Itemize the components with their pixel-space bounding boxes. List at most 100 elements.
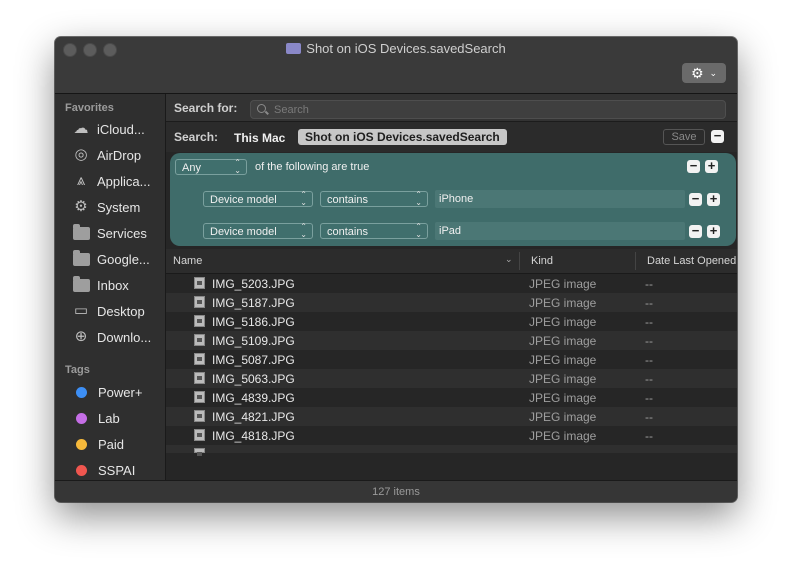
sidebar-item-downloads[interactable]: ⊕ Downlo... <box>72 326 162 348</box>
match-any-select[interactable]: Any ⌃ ⌄ <box>175 159 247 175</box>
file-kind: JPEG image <box>529 391 597 405</box>
file-kind: JPEG image <box>529 315 597 329</box>
sidebar-item-label: Power+ <box>98 384 143 400</box>
rule-operator-select[interactable]: contains ⌃ ⌄ <box>320 223 428 239</box>
image-file-icon <box>194 372 205 384</box>
column-divider[interactable] <box>635 252 636 270</box>
search-for-label: Search for: <box>174 101 238 115</box>
cloud-icon: ☁ <box>73 120 89 137</box>
file-kind: JPEG image <box>529 334 597 348</box>
sidebar-tag-paid[interactable]: Paid <box>72 433 162 455</box>
image-file-icon <box>194 353 205 365</box>
file-name: IMG_5187.JPG <box>212 296 295 310</box>
sidebar-item-label: Applica... <box>97 173 151 189</box>
rule-attribute-select[interactable]: Device model ⌃ ⌄ <box>203 223 313 239</box>
image-file-icon <box>194 315 205 327</box>
applications-icon: ⩓ <box>76 172 86 189</box>
file-kind: JPEG image <box>529 372 597 386</box>
chevron-down-icon: ⌄ <box>709 67 718 78</box>
column-divider[interactable] <box>519 252 520 270</box>
sidebar-item-label: Services <box>97 225 147 241</box>
updown-chevron-icon: ⌃ ⌄ <box>234 158 241 175</box>
search-icon <box>257 104 268 115</box>
sort-chevron-icon: ⌄ <box>505 254 513 264</box>
titlebar: Shot on iOS Devices.savedSearch ⚙ ⌄ <box>55 37 737 94</box>
folder-icon <box>72 276 90 294</box>
sidebar-item-label: Google... <box>97 251 150 267</box>
sidebar-item-label: Inbox <box>97 277 129 293</box>
remove-criteria-button[interactable]: − <box>711 129 724 143</box>
sidebar-item-services[interactable]: Services <box>72 222 162 244</box>
sidebar-tag-lab[interactable]: Lab <box>72 407 162 429</box>
column-header-kind[interactable]: Kind <box>531 255 553 267</box>
search-scope-bar: Search: This Mac Shot on iOS Devices.sav… <box>166 122 737 152</box>
rule-value-input[interactable]: iPhone <box>435 190 685 208</box>
sidebar-item-system[interactable]: ⚙ System <box>72 196 162 218</box>
item-count: 127 items <box>372 486 420 498</box>
table-row[interactable]: IMG_4821.JPG JPEG image -- <box>166 407 737 426</box>
file-date: -- <box>645 429 653 443</box>
window-title: Shot on iOS Devices.savedSearch <box>306 41 506 56</box>
table-row-partial <box>166 445 737 456</box>
tag-color-dot <box>76 386 87 398</box>
match-suffix-text: of the following are true <box>255 161 370 173</box>
rule-operator-select[interactable]: contains ⌃ ⌄ <box>320 191 428 207</box>
main-pane: Search for: Search Search: This Mac Shot… <box>166 94 737 480</box>
table-row[interactable]: IMG_4818.JPG JPEG image -- <box>166 426 737 445</box>
add-rule-button[interactable]: + <box>707 224 720 238</box>
action-menu-button[interactable]: ⚙ ⌄ <box>682 63 726 83</box>
file-name: IMG_4818.JPG <box>212 429 295 443</box>
gear-icon: ⚙ <box>690 64 704 81</box>
add-rule-button[interactable]: + <box>707 192 720 206</box>
image-file-icon <box>194 296 205 308</box>
column-header-name[interactable]: Name <box>173 255 202 267</box>
folder-icon <box>72 224 90 242</box>
folder-icon <box>72 250 90 268</box>
sidebar-item-google[interactable]: Google... <box>72 248 162 270</box>
file-list: IMG_5203.JPG JPEG image -- IMG_5187.JPG … <box>166 274 737 483</box>
table-row[interactable]: IMG_5087.JPG JPEG image -- <box>166 350 737 369</box>
updown-chevron-icon: ⌃ ⌄ <box>415 222 422 239</box>
tag-color-dot <box>76 412 87 424</box>
add-rule-button[interactable]: + <box>705 159 718 173</box>
table-row[interactable]: IMG_5203.JPG JPEG image -- <box>166 274 737 293</box>
sidebar-item-airdrop[interactable]: ◎ AirDrop <box>72 144 162 166</box>
sidebar-tag-power[interactable]: Power+ <box>72 381 162 403</box>
search-input[interactable]: Search <box>250 100 726 119</box>
scope-saved-search[interactable]: Shot on iOS Devices.savedSearch <box>298 129 507 145</box>
file-kind: JPEG image <box>529 429 597 443</box>
finder-window: Shot on iOS Devices.savedSearch ⚙ ⌄ Favor… <box>55 37 737 502</box>
tag-color-dot <box>76 464 87 476</box>
remove-rule-button[interactable]: − <box>689 192 702 206</box>
gear-icon: ⚙ <box>74 198 88 215</box>
sidebar-item-label: Desktop <box>97 303 145 319</box>
table-row[interactable]: IMG_5063.JPG JPEG image -- <box>166 369 737 388</box>
rule-attribute-value: Device model <box>210 226 277 238</box>
file-date: -- <box>645 277 653 291</box>
table-row[interactable]: IMG_5109.JPG JPEG image -- <box>166 331 737 350</box>
tag-color-dot <box>76 438 87 450</box>
rule-value-input[interactable]: iPad <box>435 222 685 240</box>
rule-attribute-value: Device model <box>210 194 277 206</box>
file-name: IMG_5186.JPG <box>212 315 295 329</box>
sidebar-tags-header: Tags <box>65 364 90 376</box>
remove-rule-button[interactable]: − <box>687 159 700 173</box>
table-row[interactable]: IMG_4839.JPG JPEG image -- <box>166 388 737 407</box>
sidebar-item-inbox[interactable]: Inbox <box>72 274 162 296</box>
remove-rule-button[interactable]: − <box>689 224 702 238</box>
sidebar-item-icloud[interactable]: ☁ iCloud... <box>72 118 162 140</box>
sidebar-item-desktop[interactable]: ▭ Desktop <box>72 300 162 322</box>
updown-chevron-icon: ⌃ ⌄ <box>300 222 307 239</box>
file-name: IMG_4821.JPG <box>212 410 295 424</box>
save-button[interactable]: Save <box>663 129 705 145</box>
image-file-icon <box>194 448 205 456</box>
rule-attribute-select[interactable]: Device model ⌃ ⌄ <box>203 191 313 207</box>
column-header-date[interactable]: Date Last Opened <box>647 255 736 267</box>
sidebar-item-applications[interactable]: ⩓ Applica... <box>72 170 162 192</box>
file-kind: JPEG image <box>529 410 597 424</box>
scope-this-mac[interactable]: This Mac <box>234 131 285 145</box>
file-kind: JPEG image <box>529 353 597 367</box>
table-row[interactable]: IMG_5186.JPG JPEG image -- <box>166 312 737 331</box>
table-row[interactable]: IMG_5187.JPG JPEG image -- <box>166 293 737 312</box>
sidebar-tag-sspai[interactable]: SSPAI <box>72 459 162 481</box>
